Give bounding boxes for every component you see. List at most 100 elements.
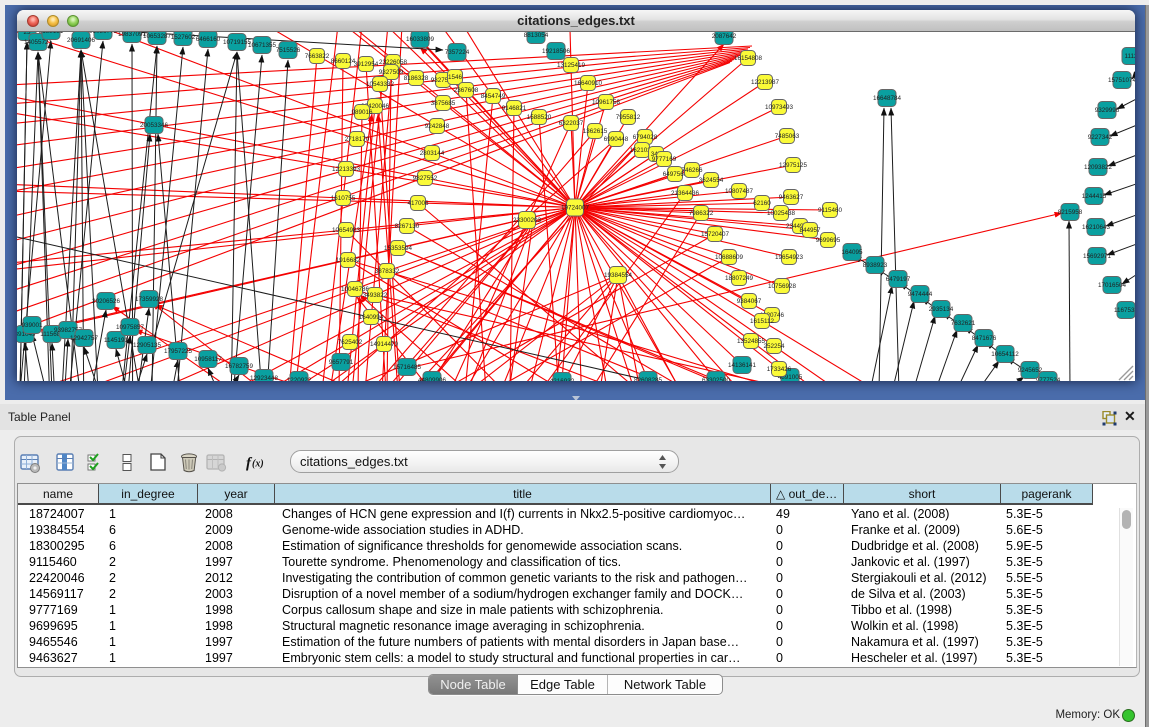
svg-text:3493822: 3493822 [363,292,388,299]
svg-text:23300203: 23300203 [513,217,542,224]
svg-text:844957: 844957 [799,227,821,234]
svg-text:9327509: 9327509 [379,69,404,76]
svg-text:20206526: 20206526 [92,298,121,305]
svg-text:12093822: 12093822 [1084,164,1113,171]
svg-text:6990448: 6990448 [604,136,629,143]
svg-text:7986322: 7986322 [689,210,714,217]
svg-text:16648784: 16648784 [873,95,902,102]
svg-text:20691406: 20691406 [67,37,96,44]
svg-text:15720407: 15720407 [701,231,730,238]
svg-text:8267130: 8267130 [395,223,420,230]
svg-text:3912954: 3912954 [354,61,379,68]
svg-text:7515526: 7515526 [276,47,301,54]
svg-text:3188131: 3188131 [39,32,64,35]
svg-text:9245652: 9245652 [1018,367,1043,374]
svg-text:2803144: 2803144 [420,150,445,157]
svg-text:2367608: 2367608 [454,87,479,94]
svg-text:8938923: 8938923 [863,262,888,269]
svg-text:7357224: 7357224 [445,49,470,56]
svg-text:8660124: 8660124 [331,58,356,65]
svg-text:1244415: 1244415 [1082,193,1107,200]
svg-text:989016: 989016 [351,109,373,116]
svg-text:3875685: 3875685 [431,100,456,107]
svg-text:7485063: 7485063 [775,133,800,140]
svg-text:17359928: 17359928 [135,296,164,303]
svg-text:10671355: 10671355 [248,42,277,49]
svg-text:7625402: 7625402 [338,339,363,346]
svg-text:16210643: 16210643 [1082,224,1111,231]
svg-text:19218506: 19218506 [542,48,571,55]
svg-text:15716485: 15716485 [393,364,422,371]
svg-text:8454749: 8454749 [481,93,506,100]
svg-text:9384067: 9384067 [737,298,762,305]
svg-text:14136141: 14136141 [728,362,757,369]
svg-text:19724007: 19724007 [561,205,590,212]
svg-text:63302500: 63302500 [702,377,731,381]
svg-text:1733426: 1733426 [767,366,792,373]
svg-text:3624554: 3624554 [699,177,724,184]
svg-text:10654983: 10654983 [332,227,361,234]
svg-text:6794028: 6794028 [633,134,658,141]
svg-text:8186328: 8186328 [404,75,429,82]
svg-text:9329996: 9329996 [1095,107,1120,114]
svg-text:10543332: 10543332 [366,81,395,88]
svg-text:9699695: 9699695 [816,237,841,244]
svg-text:1916682: 1916682 [336,257,361,264]
svg-text:9242848: 9242848 [425,123,450,130]
svg-text:15353594: 15353594 [384,245,413,252]
svg-text:9227342: 9227342 [1088,134,1113,141]
svg-text:1145191: 1145191 [104,337,129,344]
svg-text:9657791: 9657791 [329,359,354,366]
svg-text:1527602: 1527602 [171,34,196,41]
svg-text:17016504: 17016504 [1098,282,1127,289]
svg-text:91056775: 91056775 [89,32,118,35]
svg-text:9146821: 9146821 [502,105,527,112]
svg-text:13524855: 13524855 [737,338,766,345]
svg-text:9777169: 9777169 [652,156,677,163]
svg-text:12923448: 12923448 [250,375,279,381]
svg-text:17957225: 17957225 [164,348,193,355]
svg-text:16154808: 16154808 [734,55,763,62]
svg-text:44809906: 44809906 [418,377,447,381]
svg-text:18807249: 18807249 [725,275,754,282]
svg-text:12905135: 12905135 [133,342,162,349]
svg-text:3878332: 3878332 [375,268,400,275]
svg-text:8471676: 8471676 [972,335,997,342]
svg-text:9474444: 9474444 [908,291,933,298]
svg-text:12213987: 12213987 [751,79,780,86]
svg-text:164095: 164095 [841,249,863,256]
svg-text:417006: 417006 [407,200,429,207]
svg-text:4216932: 4216932 [550,378,575,381]
svg-text:1362615: 1362615 [583,128,608,135]
svg-text:9777524: 9777524 [1036,377,1061,381]
svg-text:2935134: 2935134 [929,306,954,313]
svg-text:1167533: 1167533 [1114,307,1135,314]
svg-text:746266: 746266 [681,167,703,174]
svg-text:2718170: 2718170 [345,136,370,143]
svg-text:19384554: 19384554 [604,272,633,279]
svg-text:9827552: 9827552 [413,175,438,182]
svg-text:10973493: 10973493 [765,104,794,111]
svg-text:10688609: 10688609 [715,254,744,261]
svg-text:1615112: 1615112 [750,318,775,325]
svg-text:7663822: 7663822 [305,53,330,60]
svg-text:2087642: 2087642 [712,33,737,40]
svg-text:10654112: 10654112 [991,351,1019,358]
svg-text:10807487: 10807487 [725,188,754,195]
svg-text:20053346: 20053346 [140,122,169,129]
svg-text:12213393: 12213393 [332,166,361,173]
svg-text:82608285: 82608285 [634,377,663,381]
svg-text:21364436: 21364436 [671,190,700,197]
svg-text:6479197: 6479197 [886,276,911,283]
svg-text:15692971: 15692971 [1083,253,1112,260]
svg-text:9115460: 9115460 [818,207,843,214]
svg-text:10756928: 10756928 [768,283,797,290]
svg-text:1640994: 1640994 [359,314,384,321]
svg-text:252254: 252254 [763,343,785,350]
svg-text:1588520: 1588520 [527,114,552,121]
svg-text:10975857: 10975857 [116,324,145,331]
svg-text:1546: 1546 [448,74,463,81]
svg-text:10653287: 10653287 [143,33,172,40]
svg-text:12942757: 12942757 [70,335,99,342]
svg-text:14914479: 14914479 [370,341,399,348]
